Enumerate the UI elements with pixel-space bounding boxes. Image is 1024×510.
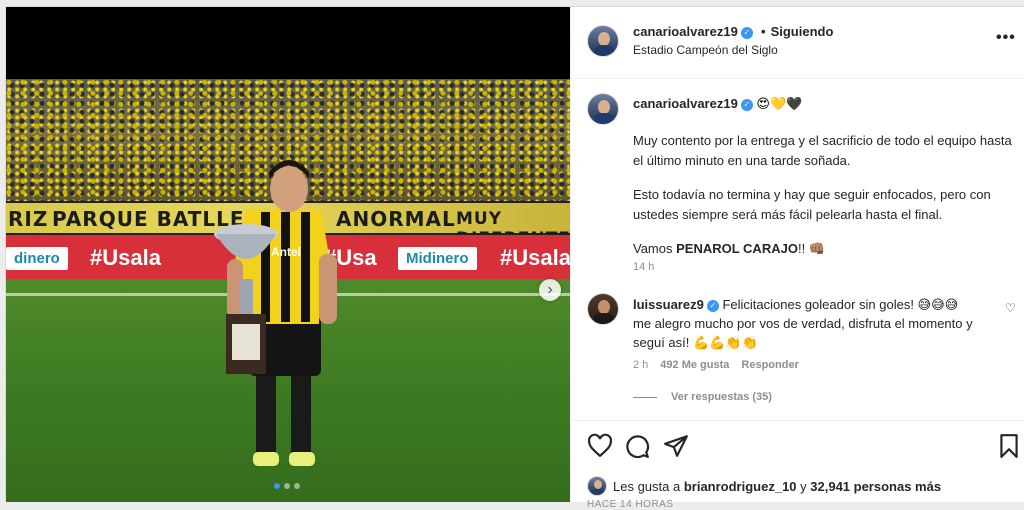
comment-meta: 2 h 492 Me gusta Responder <box>633 359 799 371</box>
replies-divider <box>633 396 657 398</box>
commenter-name[interactable]: luissuarez9 <box>633 297 704 312</box>
caption-header: canarioalvarez19 ✓ 😍💛🖤 <box>633 96 802 112</box>
carousel-dot <box>274 483 280 489</box>
commenter-avatar[interactable] <box>587 293 619 325</box>
follow-status-label[interactable]: Siguiendo <box>771 24 834 39</box>
verified-icon: ✓ <box>740 26 753 39</box>
ad-brand: Midinero <box>398 247 477 270</box>
comment-text: luissuarez9 ✓ Felicitaciones goleador sin… <box>633 295 979 352</box>
player-with-trophy: Antel <box>214 160 337 466</box>
location-link[interactable]: Estadio Campeón del Siglo <box>633 43 778 57</box>
author-avatar[interactable] <box>587 25 619 57</box>
shirt-sponsor: Antel <box>271 245 301 259</box>
caption-paragraph: Vamos PENAROL CARAJO!! 👊🏽 <box>633 239 1023 259</box>
ad-text: #Usala <box>500 245 570 270</box>
post-header: canarioalvarez19 ✓ • Siguiendo Estadio Cam… <box>571 7 1024 79</box>
more-options-icon[interactable]: ••• <box>996 29 1016 47</box>
liker-avatar[interactable] <box>587 476 607 496</box>
caption-text: Muy contento por la entrega y el sacrifi… <box>633 131 1023 273</box>
post-panel: canarioalvarez19 ✓ • Siguiendo Estadio Cam… <box>570 7 1024 510</box>
caption-paragraph: Muy contento por la entrega y el sacrifi… <box>633 133 1012 168</box>
banner-text: RIZ <box>8 207 49 231</box>
verified-icon: ✓ <box>740 98 753 111</box>
ad-text: #Usala <box>90 245 161 270</box>
reply-button[interactable]: Responder <box>741 359 798 371</box>
comment-bubble-icon[interactable] <box>624 433 650 459</box>
comment-likes[interactable]: 492 Me gusta <box>660 359 729 371</box>
follow-status[interactable]: • Siguiendo <box>761 24 833 39</box>
verified-icon: ✓ <box>706 299 719 312</box>
post-photo[interactable]: RIZ PARQUE BATLLE ANORMAL MUY DIFERENTE … <box>6 79 570 502</box>
share-paper-plane-icon[interactable] <box>663 433 689 459</box>
author-name[interactable]: canarioalvarez19 <box>633 24 738 39</box>
ad-brand: dinero <box>6 247 68 270</box>
save-bookmark-icon[interactable] <box>996 433 1022 459</box>
likes-count[interactable]: 32,941 personas más <box>810 479 941 494</box>
likes-joiner: y <box>796 478 811 494</box>
carousel-next-button[interactable]: › <box>539 279 561 301</box>
caption-text-part: Vamos <box>633 241 677 256</box>
comment-time[interactable]: 2 h <box>633 359 648 371</box>
likes-text: Les gusta a brianrodriguez_10 y 32,941 p… <box>613 479 941 494</box>
caption-paragraph: Esto todavía no termina y hay que seguir… <box>633 187 991 222</box>
author-username[interactable]: canarioalvarez19 ✓ <box>633 24 753 39</box>
caption-bold-text: PENAROL CARAJO <box>676 241 798 256</box>
carousel-dot <box>284 483 290 489</box>
caption-author[interactable]: canarioalvarez19 <box>633 96 738 111</box>
view-replies[interactable]: Ver respuestas (35) <box>633 391 772 403</box>
likes-prefix: Les gusta a <box>613 478 684 494</box>
caption-emojis: 😍💛🖤 <box>756 97 803 112</box>
caption-text-part: !! 👊🏽 <box>797 241 825 256</box>
post-actions: Les gusta a brianrodriguez_10 y 32,941 p… <box>571 420 1024 510</box>
comment-like-icon[interactable]: ♡ <box>1005 301 1016 315</box>
post-media: RIZ PARQUE BATLLE ANORMAL MUY DIFERENTE … <box>6 7 570 502</box>
caption-time[interactable]: 14 h <box>633 261 654 273</box>
view-replies-label[interactable]: Ver respuestas (35) <box>671 391 772 403</box>
carousel-dot <box>294 483 300 489</box>
liker-username[interactable]: brianrodriguez_10 <box>684 479 797 494</box>
like-heart-icon[interactable] <box>587 433 613 459</box>
author-avatar[interactable] <box>587 93 619 125</box>
carousel-dots <box>274 483 300 489</box>
likes-summary: Les gusta a brianrodriguez_10 y 32,941 p… <box>587 476 941 496</box>
post-modal: RIZ PARQUE BATLLE ANORMAL MUY DIFERENTE … <box>5 6 1024 510</box>
